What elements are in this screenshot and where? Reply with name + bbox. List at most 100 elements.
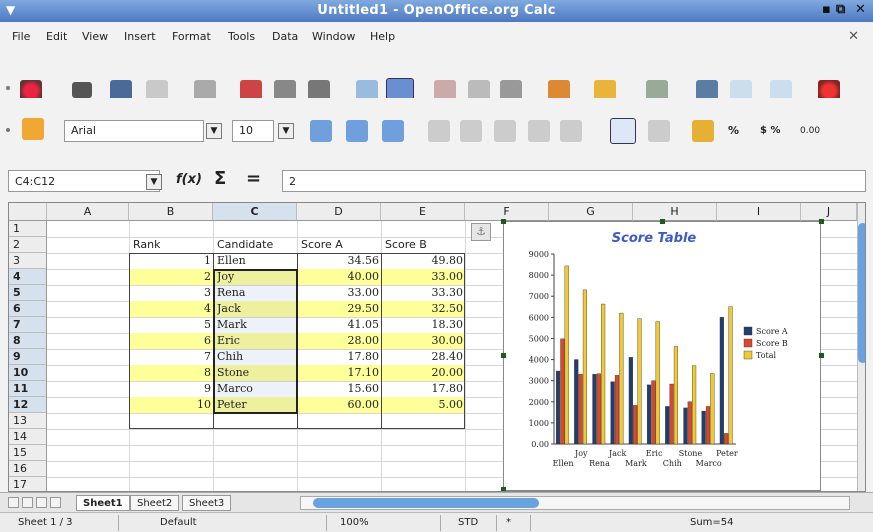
row-header[interactable]: 9 — [9, 349, 47, 365]
chart-resize-handle[interactable] — [501, 353, 506, 358]
chart-resize-handle[interactable] — [819, 219, 824, 224]
chart-object[interactable]: Score Table 0.00 1000 2000 3000 4000 5000 6000 7… — [503, 221, 821, 491]
row-header[interactable]: 5 — [9, 285, 47, 301]
row-header[interactable]: 12 — [9, 397, 47, 413]
row-header[interactable]: 16 — [9, 461, 47, 477]
cell-score-b[interactable]: 5.00 — [383, 396, 464, 414]
row-header[interactable]: 10 — [9, 365, 47, 381]
align-vertical-icon[interactable] — [648, 120, 670, 142]
equals-icon[interactable]: = — [246, 168, 261, 189]
row-header[interactable]: 15 — [9, 445, 47, 461]
cell-rank[interactable]: 10 — [131, 396, 211, 414]
currency-format-button[interactable]: $ % — [760, 122, 780, 140]
column-header[interactable]: I — [717, 203, 801, 221]
justify-icon[interactable] — [528, 120, 550, 142]
sheet-tab-sheet3[interactable]: Sheet3 — [182, 495, 232, 511]
row-header[interactable]: 1 — [9, 221, 47, 237]
row-header[interactable]: 13 — [9, 413, 47, 429]
toolbar-grip[interactable] — [6, 128, 10, 132]
bold-icon[interactable] — [310, 120, 332, 142]
status-page-style[interactable]: Default — [160, 516, 197, 530]
sheet-tab-sheet1[interactable]: Sheet1 — [76, 495, 130, 511]
row-header[interactable]: 2 — [9, 237, 47, 253]
row-header[interactable]: 8 — [9, 333, 47, 349]
menu-edit[interactable]: Edit — [46, 30, 67, 43]
menu-insert[interactable]: Insert — [124, 30, 156, 43]
font-name-input[interactable]: Arial — [64, 120, 204, 142]
column-header[interactable]: E — [381, 203, 465, 221]
column-header[interactable]: D — [297, 203, 381, 221]
bar-score-b — [560, 338, 565, 445]
last-sheet-button[interactable] — [50, 497, 61, 508]
wrap-text-icon[interactable] — [610, 118, 636, 144]
percent-format-button[interactable]: % — [728, 122, 739, 140]
vertical-scroll-thumb[interactable] — [858, 223, 865, 363]
sum-icon[interactable]: Σ — [214, 168, 226, 189]
anchor-icon[interactable]: ⚓ — [471, 223, 491, 241]
align-center-icon[interactable] — [460, 120, 482, 142]
open-folder-icon[interactable] — [72, 82, 92, 98]
menu-tools[interactable]: Tools — [228, 30, 255, 43]
column-header[interactable]: C — [213, 203, 297, 221]
chart-resize-handle[interactable] — [819, 353, 824, 358]
styles-icon[interactable] — [22, 118, 44, 140]
toolbar-grip[interactable] — [6, 86, 10, 90]
next-sheet-button[interactable] — [36, 497, 47, 508]
horizontal-scroll-thumb[interactable] — [313, 498, 539, 508]
close-document-icon[interactable]: ✕ — [848, 29, 859, 44]
close-window-icon[interactable]: ✕ — [855, 2, 866, 17]
underline-icon[interactable] — [382, 120, 404, 142]
cell-candidate[interactable]: Peter — [217, 396, 247, 414]
cell-score-a[interactable]: 60.00 — [299, 396, 380, 414]
minimize-icon[interactable]: ▪ — [822, 2, 831, 17]
chart-resize-handle[interactable] — [501, 219, 506, 224]
currency-icon[interactable] — [692, 120, 714, 142]
first-sheet-button[interactable] — [8, 497, 19, 508]
previous-sheet-button[interactable] — [22, 497, 33, 508]
status-selection-mode[interactable]: STD — [458, 516, 478, 530]
align-left-icon[interactable] — [428, 120, 450, 142]
font-size-dropdown-icon[interactable]: ▼ — [278, 123, 294, 139]
row-header[interactable]: 17 — [9, 477, 47, 491]
menu-view[interactable]: View — [82, 30, 108, 43]
menu-data[interactable]: Data — [272, 30, 298, 43]
column-header[interactable]: A — [47, 203, 129, 221]
horizontal-scrollbar[interactable] — [300, 496, 850, 510]
formula-input[interactable]: 2 — [282, 170, 866, 192]
row-header[interactable]: 6 — [9, 301, 47, 317]
select-all-corner[interactable] — [9, 203, 47, 221]
font-size-input[interactable]: 10 — [232, 120, 274, 142]
y-tick-label: 8000 — [529, 271, 549, 280]
function-wizard-icon[interactable]: f(x) — [176, 172, 202, 187]
spreadsheet-grid[interactable]: A B C D E F G H I J 1 2 3 4 5 6 7 8 9 10… — [8, 202, 866, 492]
menu-help[interactable]: Help — [370, 30, 395, 43]
status-sum: Sum=54 — [690, 517, 734, 528]
add-decimal-button[interactable]: 0.00 — [800, 122, 820, 140]
bar-total — [673, 346, 678, 445]
row-header[interactable]: 7 — [9, 317, 47, 333]
row-header[interactable]: 4 — [9, 269, 47, 285]
bar-total — [692, 365, 697, 445]
merge-cells-icon[interactable] — [560, 120, 582, 142]
menu-file[interactable]: File — [12, 30, 30, 43]
column-header[interactable]: G — [549, 203, 633, 221]
column-header[interactable]: H — [633, 203, 717, 221]
sheet-tab-sheet2[interactable]: Sheet2 — [130, 495, 180, 511]
row-header[interactable]: 11 — [9, 381, 47, 397]
column-header[interactable]: F — [465, 203, 549, 221]
maximize-icon[interactable]: ⧉ — [836, 2, 845, 17]
name-box-input[interactable]: C4:C12 — [8, 170, 160, 192]
status-zoom[interactable]: 100% — [340, 516, 369, 530]
vertical-scrollbar[interactable] — [857, 203, 865, 491]
name-box-dropdown-icon[interactable]: ▼ — [146, 174, 162, 190]
menu-window[interactable]: Window — [312, 30, 355, 43]
align-right-icon[interactable] — [494, 120, 516, 142]
column-header[interactable]: J — [801, 203, 857, 221]
row-header[interactable]: 14 — [9, 429, 47, 445]
menu-format[interactable]: Format — [172, 30, 211, 43]
font-name-dropdown-icon[interactable]: ▼ — [206, 123, 222, 139]
italic-icon[interactable] — [346, 120, 368, 142]
chart-resize-handle[interactable] — [660, 219, 665, 224]
row-header[interactable]: 3 — [9, 253, 47, 269]
column-header[interactable]: B — [129, 203, 213, 221]
